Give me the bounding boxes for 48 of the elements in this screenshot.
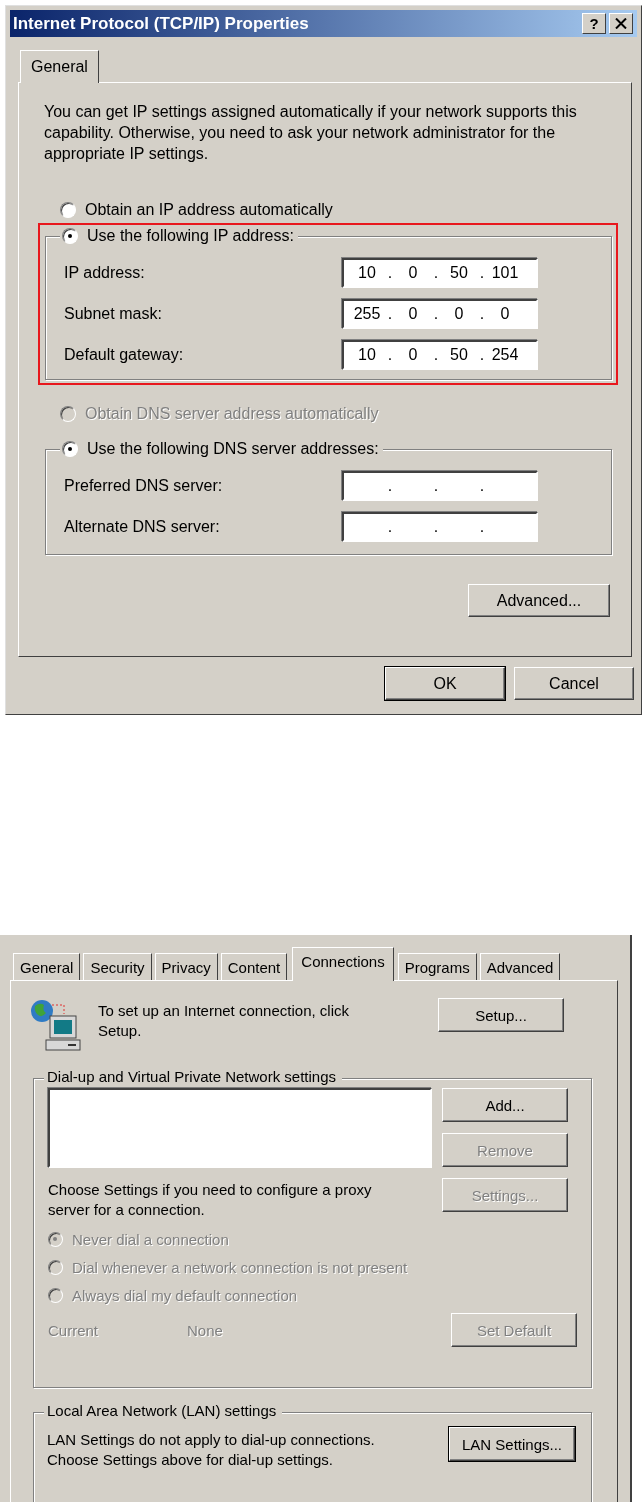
field-label: Default gateway: xyxy=(64,346,185,364)
lan-text: LAN Settings do not apply to dial-up connections. Choose Settings above for dial-up settings. xyxy=(47,1430,376,1470)
radio-label: Never dial a connection xyxy=(72,1230,229,1248)
intro-text: You can get IP settings assigned automatically if your network supports this capability. Otherwise, you need to ask your network administrator for the appropriate IP settings. xyxy=(44,102,578,164)
proxy-text: Choose Settings if you need to configure a proxy server for a connection. xyxy=(48,1180,373,1220)
radio-button[interactable] xyxy=(60,202,76,218)
network-computer-icon xyxy=(30,998,84,1052)
tab[interactable]: Programs xyxy=(397,953,477,980)
window-title: Internet Protocol (TCP/IP) Properties xyxy=(13,13,310,34)
tab[interactable]: Privacy xyxy=(154,953,218,980)
radio-label: Dial whenever a network connection is not present xyxy=(72,1258,408,1276)
group-title: Local Area Network (LAN) settings xyxy=(44,1402,283,1419)
current-label: Current xyxy=(48,1321,100,1339)
field-label: IP address: xyxy=(64,264,146,282)
setup-button[interactable]: Setup... xyxy=(438,998,564,1032)
ip-address-field[interactable]: 10 . 0 . 50 . 254 xyxy=(342,340,538,370)
close-button[interactable] xyxy=(609,13,633,34)
help-button[interactable]: ? xyxy=(582,13,606,34)
close-icon xyxy=(615,18,627,29)
ip-address-field[interactable]: 10 . 0 . 50 . 101 xyxy=(342,258,538,288)
tab[interactable]: General xyxy=(13,953,81,980)
field-label: Alternate DNS server: xyxy=(64,518,221,536)
tab[interactable]: Advanced xyxy=(479,953,561,980)
group-title: Dial-up and Virtual Private Network settings xyxy=(44,1068,343,1085)
tab[interactable]: Security xyxy=(83,953,152,980)
radio-label: Obtain an IP address automatically xyxy=(85,201,333,219)
radio-label: Obtain DNS server address automatically xyxy=(85,405,379,423)
radio-button[interactable] xyxy=(62,228,78,244)
radio-label: Use the following IP address: xyxy=(87,227,294,245)
ip-address-field[interactable]: 255 . 0 . 0 . 0 xyxy=(342,299,538,329)
current-value: None xyxy=(187,1321,224,1339)
field-label: Subnet mask: xyxy=(64,305,163,323)
tab[interactable]: Content xyxy=(220,953,288,980)
field-label: Preferred DNS server: xyxy=(64,477,224,495)
radio-button[interactable] xyxy=(62,441,78,457)
tab[interactable]: General xyxy=(20,50,99,83)
ip-address-field[interactable]: . . . xyxy=(342,512,538,542)
dialog-button[interactable]: OK xyxy=(385,667,505,700)
lan-settings-button[interactable]: LAN Settings... xyxy=(449,1427,575,1461)
ip-address-field[interactable]: . . . xyxy=(342,471,538,501)
setup-text: To set up an Internet connection, click Setup. xyxy=(98,1001,350,1041)
dialog-button[interactable]: Add... xyxy=(442,1088,568,1122)
radio-label: Always dial my default connection xyxy=(72,1286,298,1304)
tab[interactable]: Connections xyxy=(292,947,394,981)
advanced-button[interactable]: Advanced... xyxy=(468,584,610,617)
dialog-button[interactable]: Cancel xyxy=(514,667,634,700)
radio-label: Use the following DNS server addresses: xyxy=(87,440,379,458)
connection-list[interactable] xyxy=(48,1088,432,1168)
